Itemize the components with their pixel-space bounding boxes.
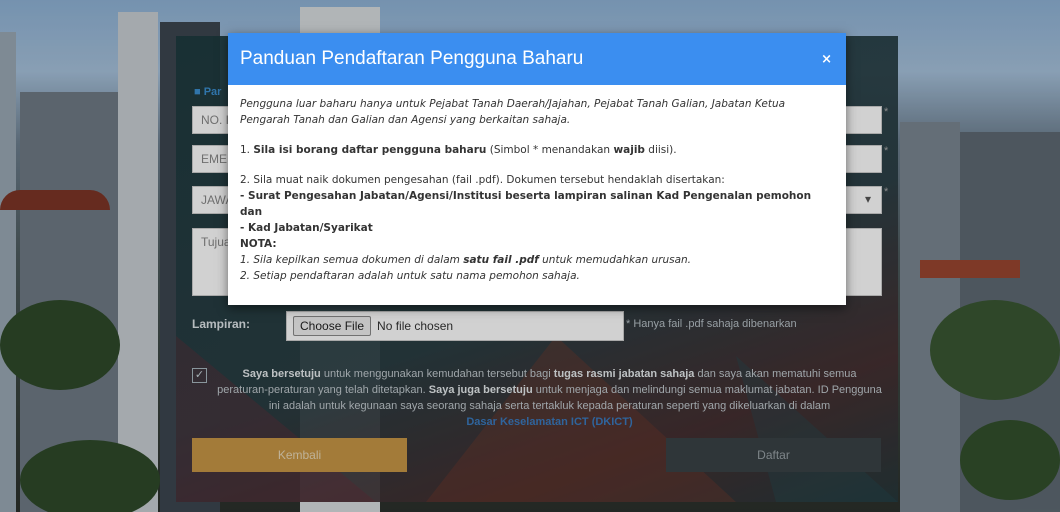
step-1-text: 1. Sila isi borang daftar pengguna bahar… [240,144,677,156]
modal-header: Panduan Pendaftaran Pengguna Baharu × [228,33,846,85]
intro-text: Pengguna luar baharu hanya untuk Pejabat… [240,98,786,126]
step-2-item-2: - Kad Jabatan/Syarikat [240,222,373,234]
step-2-text: 2. Sila muat naik dokumen pengesahan (fa… [240,174,725,186]
close-icon[interactable]: × [821,52,832,67]
nota-heading: NOTA: [240,238,277,250]
nota-item-2: 2. Setiap pendaftaran adalah untuk satu … [240,270,580,282]
modal-title: Panduan Pendaftaran Pengguna Baharu [240,48,584,69]
registration-guide-modal: Panduan Pendaftaran Pengguna Baharu × Pe… [228,33,846,305]
step-2-item-1: - Surat Pengesahan Jabatan/Agensi/Instit… [240,190,812,218]
nota-item-1: 1. Sila kepilkan semua dokumen di dalam … [240,254,692,266]
modal-body: Pengguna luar baharu hanya untuk Pejabat… [228,85,846,284]
